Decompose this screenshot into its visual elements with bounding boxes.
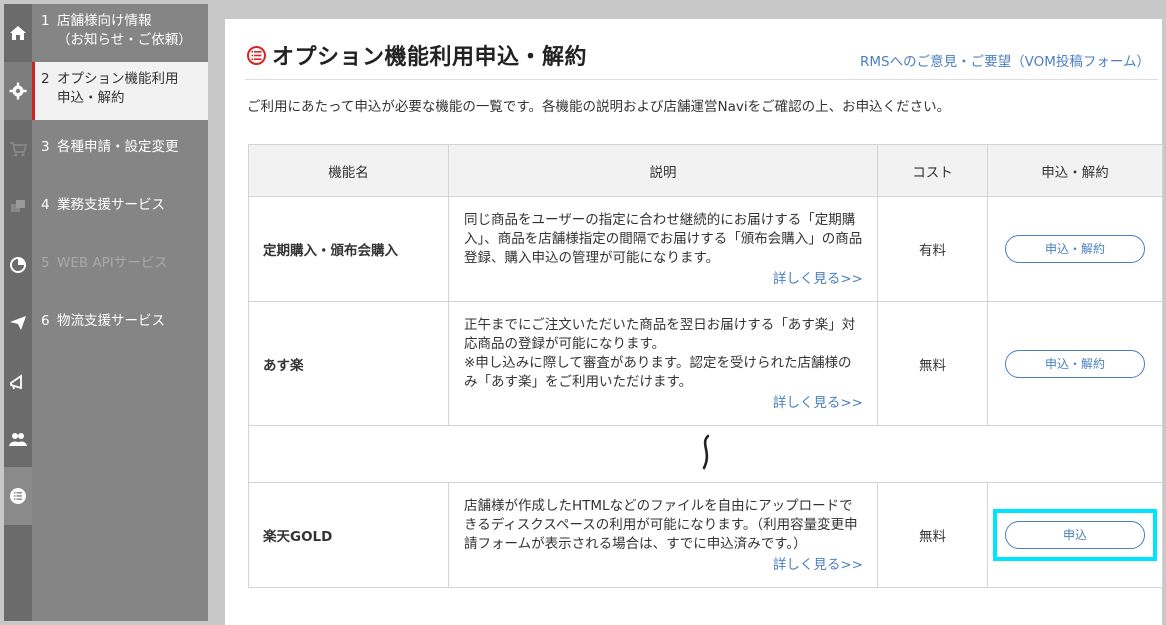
wave-break-icon bbox=[702, 434, 709, 470]
pie-chart-icon[interactable] bbox=[4, 236, 32, 294]
description-note: ※申し込みに際して審査があります。認定を受けられた店舗様のみ「あす楽」をご利用い… bbox=[464, 355, 852, 390]
intro-text: ご利用にあたって申込が必要な機能の一覧です。各機能の説明および店舗運営Naviを… bbox=[247, 99, 951, 115]
details-link[interactable]: 詳しく見る>> bbox=[464, 394, 863, 413]
icon-rail bbox=[4, 4, 32, 621]
highlight-box: 申込 bbox=[993, 509, 1157, 561]
sidebar-item-label-2: 申込・解約 bbox=[57, 90, 125, 106]
options-table: 機能名 説明 コスト 申込・解約 定期購入・頒布会購入 同じ商品をユーザーの指定… bbox=[248, 144, 1163, 588]
details-link[interactable]: 詳しく見る>> bbox=[464, 556, 863, 575]
table-header-row: 機能名 説明 コスト 申込・解約 bbox=[248, 144, 1163, 197]
description-text: 同じ商品をユーザーの指定に合わせ継続的にお届けする「定期購入」、商品を店舗様指定… bbox=[464, 212, 863, 266]
page-title: オプション機能利用申込・解約 bbox=[272, 45, 588, 70]
sidebar-item-label: WEB APIサービス bbox=[57, 255, 168, 271]
cart-icon[interactable] bbox=[4, 120, 32, 178]
omission-cell bbox=[248, 425, 1163, 483]
home-icon[interactable] bbox=[4, 4, 32, 62]
action-cell: 申込・解約 bbox=[987, 196, 1163, 302]
table-row: あす楽 正午までにご注文いただいた商品を翌日お届けする「あす楽」対応商品の登録が… bbox=[248, 301, 1163, 426]
omission-row bbox=[248, 425, 1163, 483]
table-row: 定期購入・頒布会購入 同じ商品をユーザーの指定に合わせ継続的にお届けする「定期購… bbox=[248, 196, 1163, 302]
header-cost: コスト bbox=[877, 144, 988, 197]
feature-cost: 無料 bbox=[877, 482, 988, 588]
feature-description: 店舗様が作成したHTMLなどのファイルを自由にアップロードできるディスクスペース… bbox=[448, 482, 878, 588]
windows-icon[interactable] bbox=[4, 178, 32, 236]
header-feature-name: 機能名 bbox=[248, 144, 449, 197]
list-icon[interactable] bbox=[4, 467, 32, 525]
paper-plane-icon[interactable] bbox=[4, 294, 32, 352]
apply-cancel-button[interactable]: 申込・解約 bbox=[1005, 349, 1145, 378]
feature-description: 同じ商品をユーザーの指定に合わせ継続的にお届けする「定期購入」、商品を店舗様指定… bbox=[448, 196, 878, 302]
sidebar-item-options[interactable]: 2 オプション機能利用 申込・解約 bbox=[32, 62, 208, 120]
table-row: 楽天GOLD 店舗様が作成したHTMLなどのファイルを自由にアップロードできるデ… bbox=[248, 482, 1163, 588]
feature-cost: 無料 bbox=[877, 301, 988, 426]
sidebar-item-label: 業務支援サービス bbox=[57, 197, 165, 213]
feature-name: 定期購入・頒布会購入 bbox=[248, 196, 449, 302]
feature-cost: 有料 bbox=[877, 196, 988, 302]
feature-name: 楽天GOLD bbox=[248, 482, 449, 588]
sidebar-item-label: 各種申請・設定変更 bbox=[57, 139, 179, 155]
feedback-link[interactable]: RMSへのご意見・ご要望（VOM投稿フォーム） bbox=[860, 50, 1150, 70]
list-circle-icon bbox=[247, 45, 266, 65]
description-text: 店舗様が作成したHTMLなどのファイルを自由にアップロードできるディスクスペース… bbox=[464, 498, 858, 552]
header-action: 申込・解約 bbox=[987, 144, 1163, 197]
main-panel: オプション機能利用申込・解約 RMSへのご意見・ご要望（VOM投稿フォーム） ご… bbox=[225, 19, 1163, 625]
apply-cancel-button[interactable]: 申込・解約 bbox=[1005, 235, 1145, 263]
gear-icon[interactable] bbox=[4, 62, 32, 120]
description-text: 正午までにご注文いただいた商品を翌日お届けする「あす楽」対応商品の登録が可能にな… bbox=[464, 317, 856, 352]
feature-name: あす楽 bbox=[248, 301, 449, 426]
sidebar-menu: 1 店舗様向け情報 （お知らせ・ご依頼） 2 オプション機能利用 申込・解約 3 各… bbox=[32, 4, 208, 621]
details-link[interactable]: 詳しく見る>> bbox=[464, 270, 863, 289]
feature-description: 正午までにご注文いただいた商品を翌日お届けする「あす楽」対応商品の登録が可能にな… bbox=[448, 301, 878, 426]
sidebar-item-label-2: （お知らせ・ご依頼） bbox=[57, 32, 192, 48]
apply-button[interactable]: 申込 bbox=[1005, 521, 1145, 549]
action-cell: 申込 bbox=[987, 482, 1163, 588]
sidebar-item-label: 店舗様向け情報 bbox=[57, 13, 152, 29]
sidebar-item-business-support[interactable]: 4 業務支援サービス bbox=[32, 196, 208, 215]
sidebar-item-label: オプション機能利用 bbox=[57, 71, 179, 87]
sidebar-item-label: 物流支援サービス bbox=[57, 313, 165, 329]
users-icon[interactable] bbox=[4, 410, 32, 468]
megaphone-icon[interactable] bbox=[4, 352, 32, 410]
action-cell: 申込・解約 bbox=[987, 301, 1163, 426]
header-description: 説明 bbox=[448, 144, 878, 197]
sidebar-item-web-api: 5 WEB APIサービス bbox=[41, 255, 168, 271]
title-row: オプション機能利用申込・解約 bbox=[247, 39, 587, 71]
sidebar-item-logistics[interactable]: 6 物流支援サービス bbox=[32, 312, 208, 331]
sidebar-item-store-info[interactable]: 1 店舗様向け情報 （お知らせ・ご依頼） bbox=[32, 12, 208, 50]
title-divider bbox=[245, 79, 1158, 80]
sidebar-item-applications[interactable]: 3 各種申請・設定変更 bbox=[32, 138, 208, 157]
